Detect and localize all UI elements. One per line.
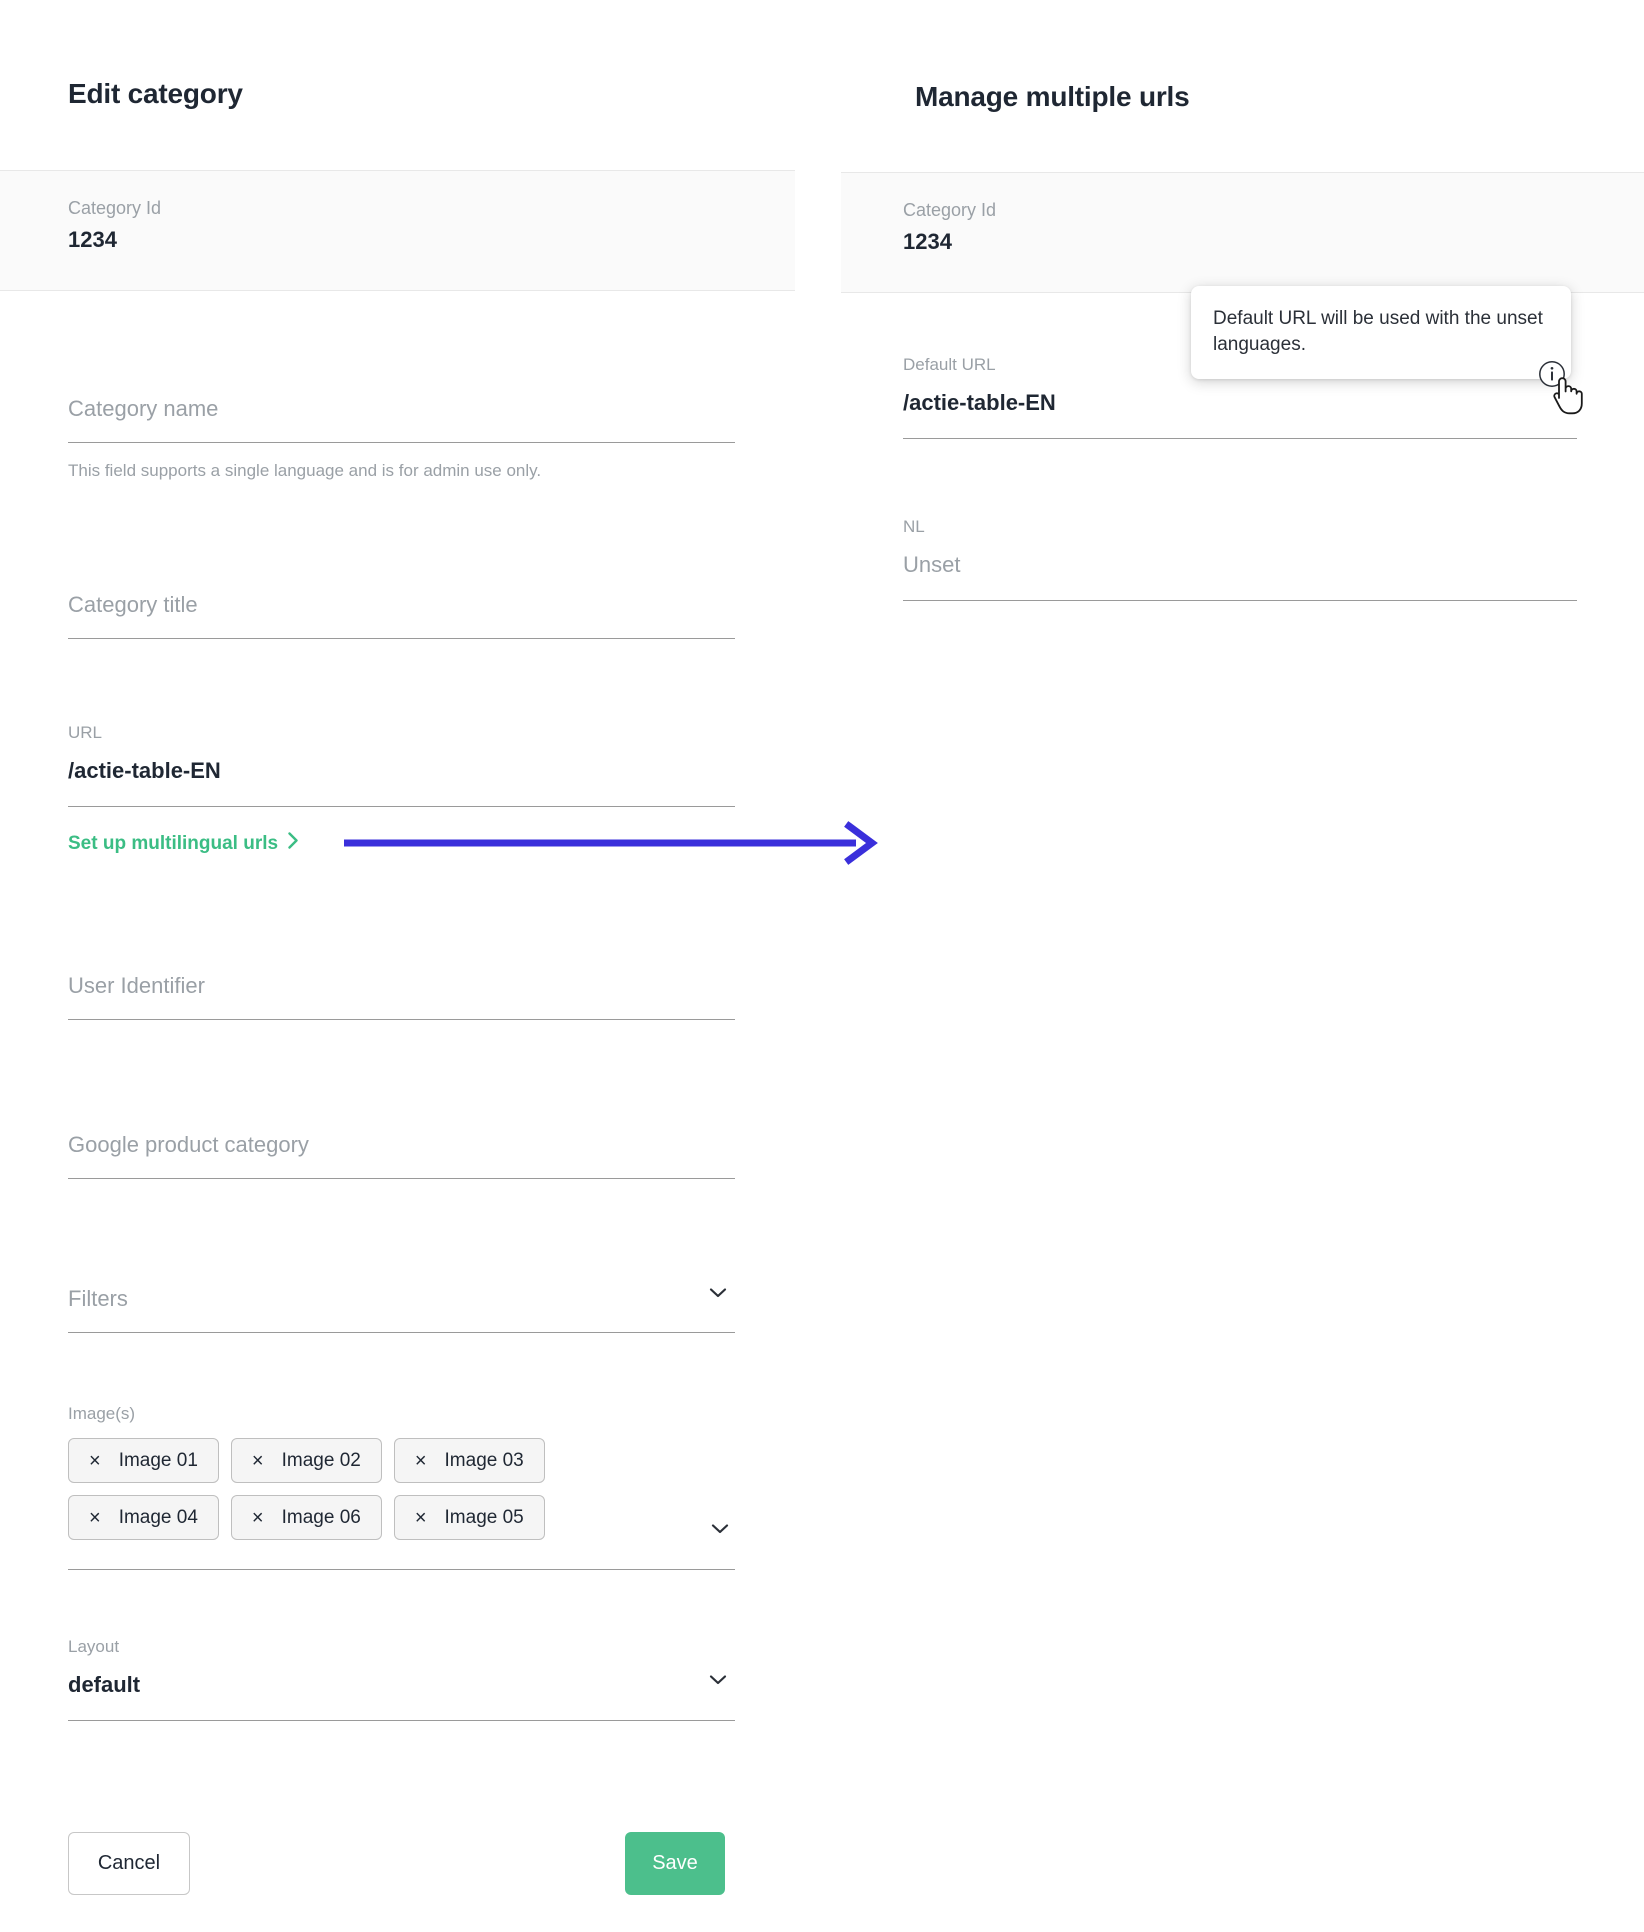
category-id-label: Category Id — [68, 198, 162, 218]
category-title-underline — [68, 638, 735, 639]
tooltip-text: Default URL will be used with the unset … — [1213, 308, 1543, 355]
chevron-down-icon[interactable] — [711, 1523, 729, 1541]
image-chip[interactable]: × Image 03 — [393, 1438, 545, 1483]
category-name-underline — [68, 442, 735, 443]
edit-category-panel: Edit category Category Id 1234 Category … — [0, 0, 795, 1932]
image-chip[interactable]: × Image 06 — [230, 1495, 382, 1540]
url-value: /actie-table-EN — [68, 758, 221, 783]
category-name-help-text: This field supports a single language an… — [68, 461, 542, 480]
cancel-button[interactable]: Cancel — [68, 1832, 190, 1895]
image-chip-label: Image 06 — [281, 1506, 361, 1528]
default-url-tooltip: Default URL will be used with the unset … — [1191, 286, 1571, 380]
info-icon[interactable] — [1538, 360, 1566, 388]
category-name-placeholder: Category name — [68, 396, 219, 421]
category-id-value: 1234 — [68, 227, 117, 252]
close-icon[interactable]: × — [89, 1508, 101, 1528]
setup-multilingual-urls-link[interactable]: Set up multilingual urls — [68, 832, 299, 855]
default-url-label: Default URL — [903, 355, 996, 374]
close-icon[interactable]: × — [415, 1451, 427, 1471]
nl-value: Unset — [903, 552, 961, 577]
close-icon[interactable]: × — [89, 1451, 101, 1471]
close-icon[interactable]: × — [252, 1508, 264, 1528]
user-identifier-placeholder: User Identifier — [68, 973, 205, 998]
nl-label: NL — [903, 517, 925, 536]
page-title: Edit category — [68, 78, 243, 109]
images-label: Image(s) — [68, 1404, 136, 1423]
image-chip[interactable]: × Image 05 — [393, 1495, 545, 1540]
images-block: Image(s) × Image 01 × Image 02 × Image 0… — [68, 1404, 735, 1570]
layout-label: Layout — [68, 1637, 120, 1656]
nl-underline — [903, 600, 1577, 601]
images-underline — [68, 1569, 735, 1570]
layout-underline — [68, 1720, 735, 1721]
image-chip-label: Image 04 — [118, 1506, 198, 1528]
chevron-down-icon — [709, 1674, 727, 1692]
chevron-down-icon — [709, 1287, 727, 1305]
default-url-value: /actie-table-EN — [903, 390, 1056, 415]
filters-placeholder: Filters — [68, 1286, 128, 1311]
category-title-placeholder: Category title — [68, 592, 198, 617]
google-product-category-underline — [68, 1178, 735, 1179]
url-underline — [68, 806, 735, 807]
manage-urls-title: Manage multiple urls — [915, 81, 1190, 112]
url-label: URL — [68, 723, 103, 742]
image-chip[interactable]: × Image 04 — [68, 1495, 219, 1540]
google-product-category-placeholder: Google product category — [68, 1132, 309, 1157]
category-id-label: Category Id — [903, 200, 997, 220]
image-chip-list: × Image 01 × Image 02 × Image 03 × Image… — [68, 1438, 588, 1540]
image-chip-label: Image 05 — [444, 1506, 524, 1528]
image-chip[interactable]: × Image 01 — [68, 1438, 219, 1483]
default-url-underline — [903, 438, 1577, 439]
edit-category-screen: Edit category Category Id 1234 Category … — [0, 0, 1644, 1932]
image-chip[interactable]: × Image 02 — [230, 1438, 382, 1483]
category-id-strip: Category Id 1234 — [0, 170, 795, 291]
category-id-value: 1234 — [903, 229, 952, 254]
close-icon[interactable]: × — [252, 1451, 264, 1471]
chevron-right-icon — [288, 832, 299, 855]
category-id-strip: Category Id 1234 — [841, 172, 1644, 293]
image-chip-label: Image 02 — [281, 1449, 361, 1471]
setup-multilingual-urls-label: Set up multilingual urls — [68, 832, 279, 854]
layout-value: default — [68, 1672, 141, 1697]
user-identifier-underline — [68, 1019, 735, 1020]
close-icon[interactable]: × — [415, 1508, 427, 1528]
image-chip-label: Image 03 — [444, 1449, 524, 1471]
filters-underline — [68, 1332, 735, 1333]
image-chip-label: Image 01 — [118, 1449, 198, 1471]
save-button[interactable]: Save — [625, 1832, 725, 1895]
